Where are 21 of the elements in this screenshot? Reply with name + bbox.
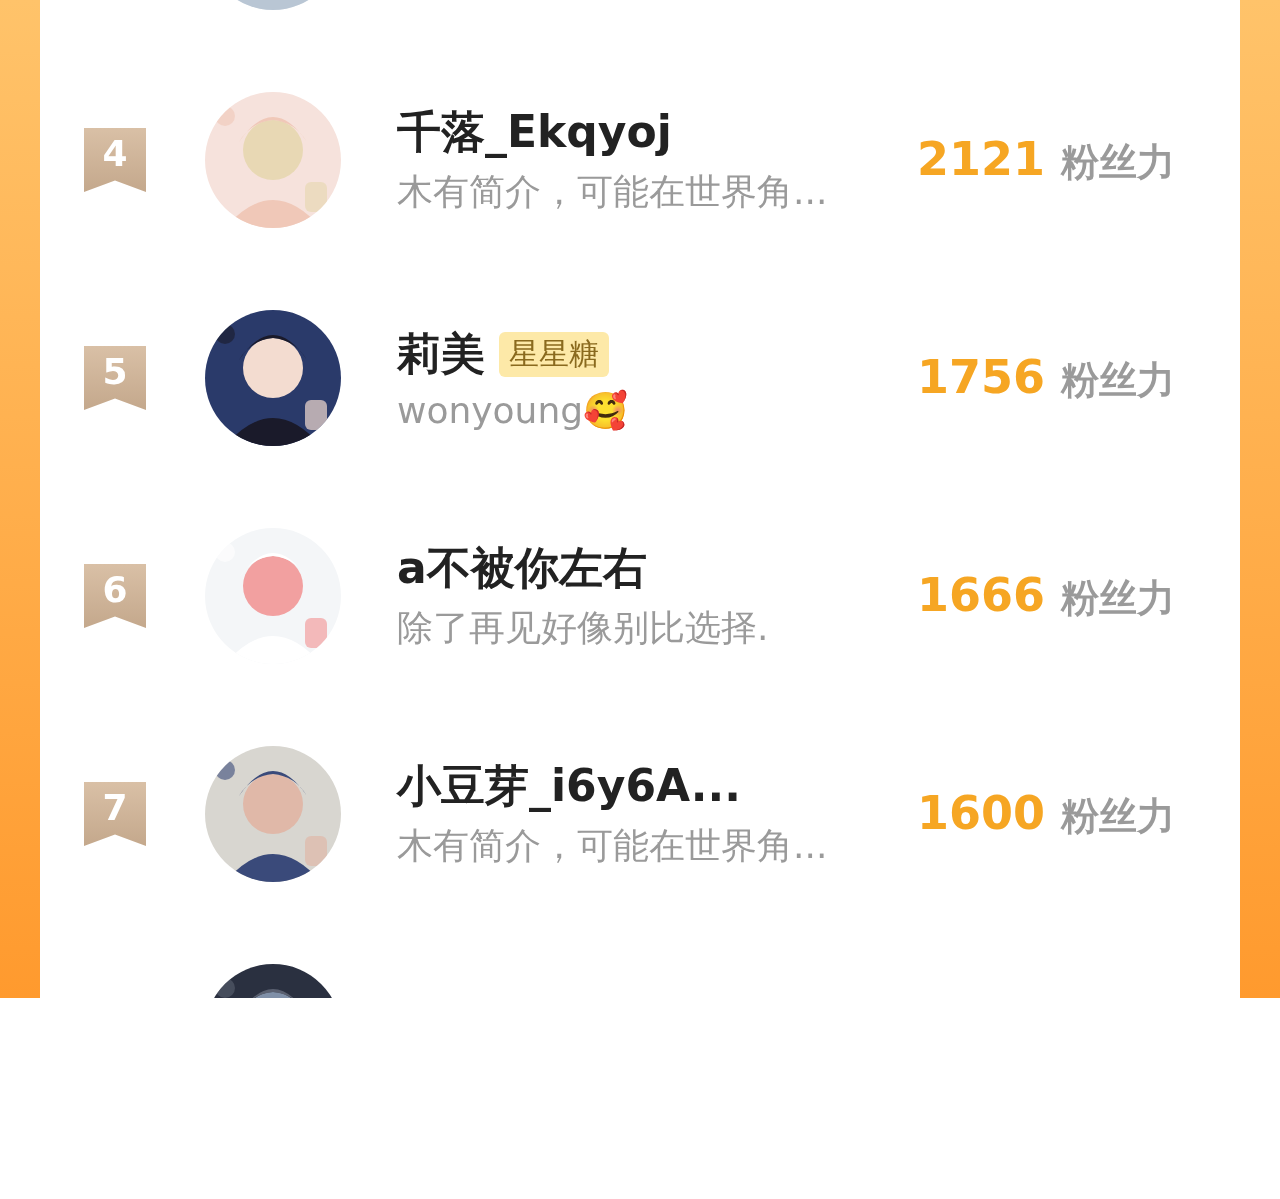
fan-score: 1756 [917, 350, 1046, 404]
score-unit: 粉丝力 [1061, 357, 1176, 404]
user-tag: 星星糖 [499, 331, 609, 377]
rank-badge: 6 [84, 564, 146, 628]
fan-score: 1600 [917, 786, 1046, 840]
user-name: a不被你左右 [397, 541, 647, 595]
user-bio: wonyoung🥰 [397, 389, 630, 432]
user-name: 小豆芽_i6y6A... [397, 759, 741, 814]
fan-score: 2121 [917, 132, 1046, 186]
fan-score: 1666 [917, 568, 1046, 622]
rank-badge: 5 [84, 346, 146, 410]
rank-badge: 7 [84, 782, 146, 846]
user-bio: 除了再见好像别比选择. [397, 606, 770, 650]
score-unit: 粉丝力 [1061, 575, 1176, 622]
user-bio: 木有简介，可能在世界角... [397, 170, 829, 214]
user-name: 莉美 [397, 326, 485, 381]
user-name: 千落_Ekqyoj [397, 105, 672, 160]
score-unit: 粉丝力 [1061, 793, 1176, 840]
user-bio: 木有简介，可能在世界角... [397, 824, 829, 868]
rank-badge: 4 [84, 128, 146, 192]
score-unit: 粉丝力 [1061, 139, 1176, 186]
